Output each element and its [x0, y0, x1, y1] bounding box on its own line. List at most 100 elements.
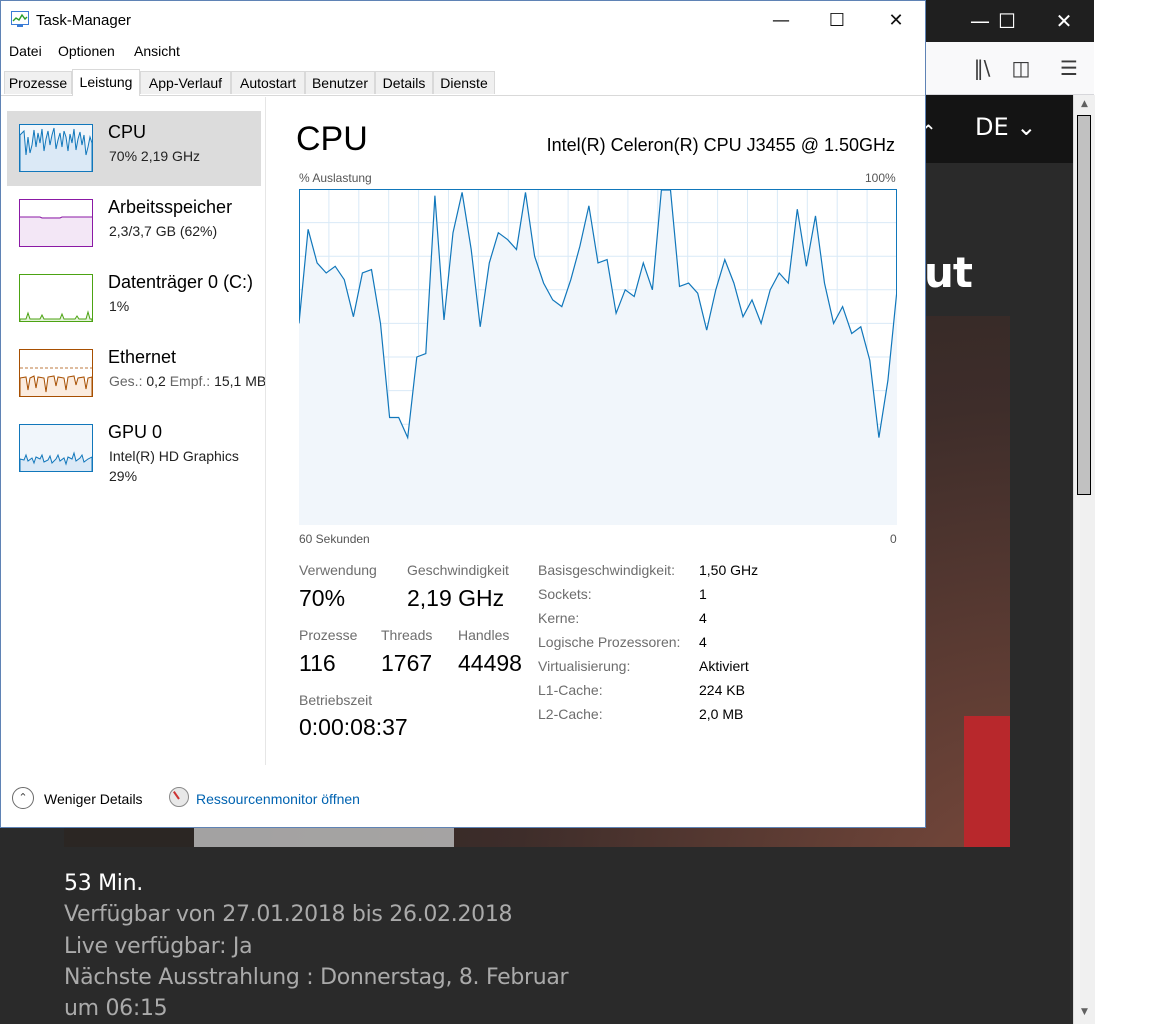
duration-text: 53 Min. [64, 871, 143, 896]
next-broadcast-time: um 06:15 [64, 996, 168, 1021]
sidebar-sub-ethernet: Ges.: 0,2 Empf.: 15,1 MB [109, 373, 266, 389]
sidebar-item-ethernet[interactable]: Ethernet Ges.: 0,2 Empf.: 15,1 MB [7, 336, 266, 411]
tab-benutzer[interactable]: Benutzer [305, 71, 375, 94]
sidebar-item-gpu[interactable]: GPU 0 Intel(R) HD Graphics 29% [7, 411, 261, 486]
sidebar-name-gpu: GPU 0 [108, 422, 163, 442]
fewer-details-link[interactable]: Weniger Details [44, 791, 143, 807]
handles-value: 44498 [458, 650, 522, 676]
library-icon[interactable]: ‖\ [968, 54, 996, 82]
disk-mini-graph [19, 274, 93, 322]
uptime-label: Betriebszeit [299, 692, 373, 708]
hamburger-menu-icon[interactable]: ☰ [1055, 54, 1083, 82]
task-manager-app-icon [11, 11, 29, 27]
sidebar-icon[interactable]: ◫ [1007, 54, 1035, 82]
l1-cache-label: L1-Cache: [538, 682, 603, 698]
cpu-mini-graph [19, 124, 93, 172]
ethernet-send-value: 0,2 [146, 373, 166, 389]
minimize-icon[interactable]: — [753, 7, 809, 35]
base-speed-value: 1,50 GHz [699, 562, 759, 578]
x-left-label: 60 Sekunden [299, 532, 370, 546]
y-axis-label: % Auslastung [299, 171, 372, 185]
browser-titlebar: — ☐ ✕ [926, 0, 1094, 42]
page-title: CPU [296, 120, 368, 158]
cpu-usage-graph [299, 189, 897, 525]
cpu-model: Intel(R) Celeron(R) CPU J3455 @ 1.50GHz [546, 135, 895, 155]
maximize-icon[interactable]: ☐ [809, 7, 865, 35]
sidebar-sub-memory: 2,3/3,7 GB (62%) [109, 223, 218, 239]
page-headline: ut [924, 248, 973, 297]
l2-cache-label: L2-Cache: [538, 706, 603, 722]
cores-value: 4 [699, 610, 707, 626]
cores-label: Kerne: [538, 610, 580, 626]
ethernet-recv-label: Empf.: [169, 373, 211, 389]
sidebar-divider [265, 97, 266, 765]
availability-text: Verfügbar von 27.01.2018 bis 26.02.2018 [64, 902, 513, 927]
virtualization-value: Aktiviert [699, 658, 749, 674]
tab-autostart[interactable]: Autostart [231, 71, 305, 94]
processes-value: 116 [299, 650, 336, 676]
y-max-label: 100% [865, 171, 896, 185]
task-manager-window: Task-Manager — ☐ ✕ Datei Optionen Ansich… [0, 0, 926, 828]
base-speed-label: Basisgeschwindigkeit: [538, 562, 675, 578]
live-availability-text: Live verfügbar: Ja [64, 934, 253, 959]
l1-cache-value: 224 KB [699, 682, 745, 698]
sockets-value: 1 [699, 586, 707, 602]
sidebar-name-memory: Arbeitsspeicher [108, 197, 233, 217]
tab-dienste[interactable]: Dienste [433, 71, 495, 94]
usage-value: 70% [299, 585, 346, 611]
next-broadcast-text: Nächste Ausstrahlung : Donnerstag, 8. Fe… [64, 965, 569, 990]
scroll-down-icon[interactable]: ▼ [1074, 1003, 1095, 1021]
l2-cache-value: 2,0 MB [699, 706, 744, 722]
tab-leistung[interactable]: Leistung [72, 69, 140, 96]
ethernet-mini-graph [19, 349, 93, 397]
sidebar-sub-disk: 1% [109, 298, 130, 314]
sidebar-name-cpu: CPU [108, 122, 147, 142]
scrollbar-thumb[interactable] [1077, 115, 1091, 495]
logical-processors-value: 4 [699, 634, 707, 650]
title-bar[interactable]: Task-Manager — ☐ ✕ [1, 1, 925, 41]
browser-toolbar: ‖\ ◫ ☰ [926, 42, 1094, 95]
virtualization-label: Virtualisierung: [538, 658, 631, 674]
browser-close-icon[interactable]: ✕ [1036, 0, 1092, 42]
memory-mini-graph [19, 199, 93, 247]
menu-ansicht[interactable]: Ansicht [134, 43, 180, 59]
language-label: DE [975, 113, 1009, 141]
sidebar-item-cpu[interactable]: CPU 70% 2,19 GHz [7, 111, 261, 186]
resource-monitor-icon[interactable] [169, 787, 189, 807]
sidebar-sub-gpu: Intel(R) HD Graphics [109, 448, 239, 464]
threads-value: 1767 [381, 650, 433, 676]
speed-label: Geschwindigkeit [407, 562, 509, 578]
ethernet-send-label: Ges.: [109, 373, 143, 389]
x-right-label: 0 [890, 532, 897, 546]
ethernet-recv-value: 15,1 MB [214, 373, 267, 389]
tab-prozesse[interactable]: Prozesse [4, 71, 72, 94]
usage-label: Verwendung [299, 562, 377, 578]
uptime-value: 0:00:08:37 [299, 714, 408, 740]
threads-label: Threads [381, 627, 433, 643]
gpu-mini-graph [19, 424, 93, 472]
language-selector[interactable]: DE ⌄ [975, 113, 1036, 141]
tab-app-verlauf[interactable]: App-Verlauf [140, 71, 231, 94]
logical-processors-label: Logische Prozessoren: [538, 634, 681, 650]
footer-bar: ⌃ Weniger Details Ressourcenmonitor öffn… [1, 779, 925, 819]
sidebar-item-disk[interactable]: Datenträger 0 (C:) 1% [7, 261, 261, 336]
page-scrollbar[interactable]: ▲ ▼ [1073, 95, 1095, 1024]
speed-value: 2,19 GHz [407, 585, 505, 611]
sidebar-name-disk: Datenträger 0 (C:) [108, 272, 254, 292]
resource-monitor-link[interactable]: Ressourcenmonitor öffnen [196, 791, 360, 807]
menu-optionen[interactable]: Optionen [58, 43, 115, 59]
sidebar-name-ethernet: Ethernet [108, 347, 177, 367]
close-icon[interactable]: ✕ [868, 7, 924, 35]
tab-details[interactable]: Details [375, 71, 433, 94]
sidebar-sub-gpu-usage: 29% [109, 468, 138, 484]
sidebar-item-memory[interactable]: Arbeitsspeicher 2,3/3,7 GB (62%) [7, 186, 261, 261]
sidebar-sub-cpu: 70% 2,19 GHz [109, 148, 201, 164]
scroll-up-icon[interactable]: ▲ [1074, 95, 1095, 113]
menu-datei[interactable]: Datei [9, 43, 42, 59]
sockets-label: Sockets: [538, 586, 592, 602]
window-title: Task-Manager [36, 12, 132, 29]
image-detail [964, 716, 1010, 847]
browser-maximize-icon[interactable]: ☐ [982, 0, 1032, 42]
processes-label: Prozesse [299, 627, 358, 643]
chevron-up-icon[interactable]: ⌃ [12, 787, 34, 809]
